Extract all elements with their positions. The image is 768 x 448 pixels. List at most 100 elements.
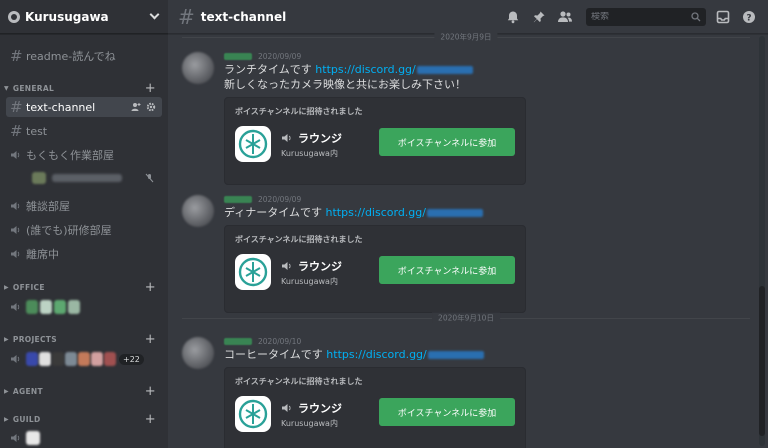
category-agent[interactable]: ▶ AGENT + [4, 384, 162, 399]
chevron-right-icon: ▶ [4, 335, 9, 343]
voice-member[interactable] [28, 168, 162, 188]
add-channel-icon[interactable]: + [145, 280, 156, 295]
message-text: ディナータイムです [224, 206, 326, 219]
invite-code-redacted [427, 351, 484, 359]
voice-channel-name: ラウンジ [281, 130, 342, 146]
speaker-icon [10, 354, 26, 364]
speaker-icon [282, 262, 291, 270]
scrollbar-thumb[interactable] [759, 286, 765, 436]
channel-readme[interactable]: # readme-読んでね [6, 46, 162, 66]
invite-link[interactable]: https://discord.gg/ [326, 206, 426, 219]
username[interactable] [224, 52, 252, 60]
pin-icon[interactable] [528, 6, 550, 28]
office-voice-members[interactable] [6, 297, 162, 317]
avatar [32, 172, 46, 184]
inbox-icon[interactable] [712, 6, 734, 28]
speaker-icon [10, 150, 26, 160]
guild-icon [235, 396, 271, 432]
invite-member-icon[interactable] [131, 102, 141, 112]
gear-icon[interactable] [146, 102, 156, 112]
voice-channel-zatsudan[interactable]: 雑談部屋 [6, 196, 162, 216]
search-icon [691, 11, 701, 21]
bell-icon[interactable] [502, 6, 524, 28]
scrollbar[interactable] [759, 36, 765, 446]
guild-label: Kurusugawa内 [281, 277, 338, 286]
username[interactable] [224, 337, 252, 345]
add-channel-icon[interactable]: + [145, 384, 156, 399]
category-office[interactable]: ▶ OFFICE + [4, 280, 162, 295]
voice-channel-label: ラウンジ [298, 402, 342, 415]
voice-invite-card: ボイスチャンネルに招待されました ラウンジ Kurusugawa内 ボイスチャン… [224, 97, 526, 185]
channel-test[interactable]: # test [6, 121, 162, 141]
avatar[interactable] [182, 337, 214, 369]
guild-badge-icon [8, 10, 20, 23]
voice-channel-name: ラウンジ [281, 400, 342, 416]
avatar [40, 300, 52, 314]
guild-name: Kurusugawa [25, 9, 109, 24]
channel-label: もくもく作業部屋 [26, 149, 114, 162]
invite-title: ボイスチャンネルに招待されました [235, 107, 363, 116]
voice-channel-mokumoku[interactable]: もくもく作業部屋 [6, 145, 162, 165]
category-general[interactable]: ▼ GENERAL + [4, 81, 162, 96]
join-voice-button[interactable]: ボイスチャンネルに参加 [379, 128, 515, 156]
projects-voice-members[interactable]: +22 [6, 349, 162, 369]
message-line: コーヒータイムです https://discord.gg/ [224, 347, 744, 362]
speaker-icon [10, 201, 26, 211]
voice-channel-riseki[interactable]: 離席中 [6, 244, 162, 264]
channel-label: text-channel [26, 100, 96, 114]
speaker-icon [282, 404, 291, 412]
message-line: 新しくなったカメラ映像と共にお楽しみ下さい！ [224, 78, 466, 91]
speaker-icon [282, 134, 291, 142]
search-box[interactable] [586, 7, 706, 26]
avatar [39, 352, 51, 366]
chevron-right-icon: ▶ [4, 415, 9, 423]
add-channel-icon[interactable]: + [145, 332, 156, 347]
add-channel-icon[interactable]: + [145, 81, 156, 96]
avatar [104, 352, 116, 366]
member-name [52, 174, 122, 182]
search-input[interactable] [591, 11, 691, 22]
members-icon[interactable] [554, 6, 576, 28]
guild-voice-members[interactable] [6, 428, 162, 448]
help-icon[interactable]: ? [738, 6, 760, 28]
channel-header: # text-channel ? [168, 0, 768, 34]
category-label: AGENT [12, 386, 43, 396]
invite-link[interactable]: https://discord.gg/ [315, 63, 415, 76]
chevron-down-icon[interactable] [149, 9, 160, 20]
avatar[interactable] [182, 195, 214, 227]
hash-icon: # [178, 4, 195, 29]
message-area: 2020年9月9日 2020/09/09 ランチタイムです https://di… [168, 31, 768, 448]
join-voice-button[interactable]: ボイスチャンネルに参加 [379, 256, 515, 284]
voice-channel-label: ラウンジ [298, 260, 342, 273]
voice-channel-name: ラウンジ [281, 258, 342, 274]
speaker-icon [10, 302, 26, 312]
channel-title: text-channel [200, 9, 287, 24]
date-divider-label: 2020年9月9日 [434, 31, 498, 43]
channel-text-channel[interactable]: # text-channel [6, 97, 162, 117]
avatar[interactable] [182, 52, 214, 84]
avatar [26, 431, 40, 445]
category-guild[interactable]: ▶ GUILD + [4, 412, 162, 427]
hash-icon: # [10, 121, 23, 140]
message-text: コーヒータイムです [224, 348, 327, 361]
message-timestamp: 2020/09/09 [258, 51, 302, 61]
channel-label: 雑談部屋 [26, 200, 70, 213]
add-channel-icon[interactable]: + [145, 412, 156, 427]
voice-channel-kenshu[interactable]: (誰でも)研修部屋 [6, 220, 162, 240]
channel-label: readme-読んでね [26, 50, 116, 63]
category-label: PROJECTS [12, 334, 57, 344]
username[interactable] [224, 195, 252, 203]
category-label: GENERAL [12, 83, 55, 93]
avatar [65, 352, 77, 366]
invite-link[interactable]: https://discord.gg/ [326, 348, 426, 361]
hash-icon: # [10, 97, 23, 116]
join-voice-button[interactable]: ボイスチャンネルに参加 [379, 398, 515, 426]
channel-label: (誰でも)研修部屋 [26, 224, 112, 237]
more-members-badge[interactable]: +22 [119, 353, 144, 365]
avatar [78, 352, 90, 366]
svg-text:?: ? [746, 13, 751, 23]
category-projects[interactable]: ▶ PROJECTS + [4, 332, 162, 347]
message-timestamp: 2020/09/10 [258, 336, 302, 346]
guild-header[interactable]: Kurusugawa [0, 0, 168, 34]
voice-invite-card: ボイスチャンネルに招待されました ラウンジ Kurusugawa内 ボイスチャン… [224, 225, 526, 313]
